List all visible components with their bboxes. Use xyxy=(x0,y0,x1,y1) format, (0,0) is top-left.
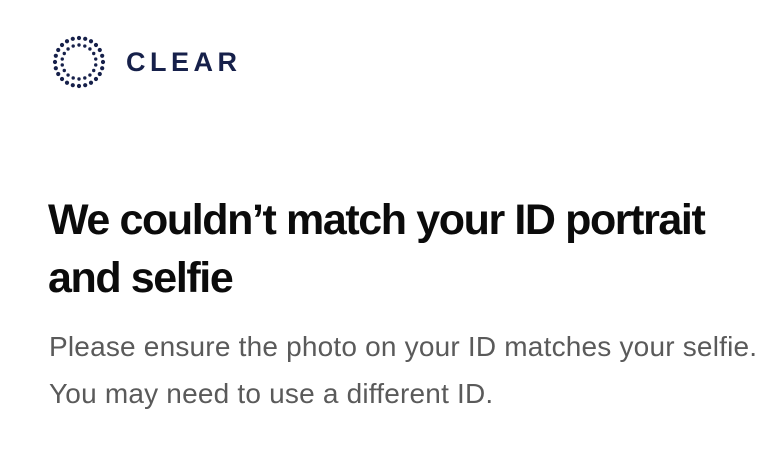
logo-dot xyxy=(100,66,105,71)
clear-brand: CLEAR xyxy=(51,34,242,90)
logo-dot xyxy=(88,73,92,77)
logo-dot xyxy=(59,42,65,48)
logo-dot xyxy=(56,71,61,77)
logo-dot xyxy=(59,76,65,82)
logo-dot xyxy=(92,68,96,73)
logo-dot xyxy=(94,57,98,61)
logo-dot xyxy=(76,83,82,89)
error-description: Please ensure the photo on your ID match… xyxy=(49,331,758,409)
logo-dot xyxy=(100,59,106,65)
logo-dot xyxy=(83,44,87,48)
logo-dot xyxy=(64,80,70,85)
logo-dot xyxy=(56,47,61,53)
logo-dot xyxy=(60,63,64,67)
verification-error-screen: CLEAR We couldn’t match your ID portrait… xyxy=(0,0,779,476)
logo-dot xyxy=(83,83,88,88)
logo-dot xyxy=(64,39,70,44)
logo-dot xyxy=(62,68,66,73)
logo-dot xyxy=(97,47,102,53)
logo-dot xyxy=(88,47,92,51)
logo-dot xyxy=(83,76,87,80)
logo-dot xyxy=(71,44,75,48)
logo-dot xyxy=(60,57,64,61)
logo-dot xyxy=(77,77,81,81)
logo-dot xyxy=(66,47,70,51)
logo-dot xyxy=(76,35,82,41)
logo-dot xyxy=(77,43,81,47)
brand-name: CLEAR xyxy=(126,46,242,77)
logo-dot xyxy=(52,59,58,65)
error-title: We couldn’t match your ID portrait and s… xyxy=(48,196,706,302)
logo-dot xyxy=(92,51,96,56)
logo-dot xyxy=(94,63,98,67)
logo-dot xyxy=(70,83,75,88)
logo-dot xyxy=(53,66,58,71)
logo-dot xyxy=(71,76,75,80)
clear-logo-icon xyxy=(52,35,106,89)
logo-dot xyxy=(88,80,94,85)
logo-dot xyxy=(62,51,66,56)
logo-dot xyxy=(66,73,70,77)
logo-dot xyxy=(93,42,99,48)
logo-dot xyxy=(53,53,58,58)
logo-dot xyxy=(100,53,105,58)
logo-dot xyxy=(93,76,99,82)
logo-dot xyxy=(88,39,94,44)
logo-dot xyxy=(83,36,88,41)
logo-dot xyxy=(70,36,75,41)
logo-dot xyxy=(97,71,102,77)
